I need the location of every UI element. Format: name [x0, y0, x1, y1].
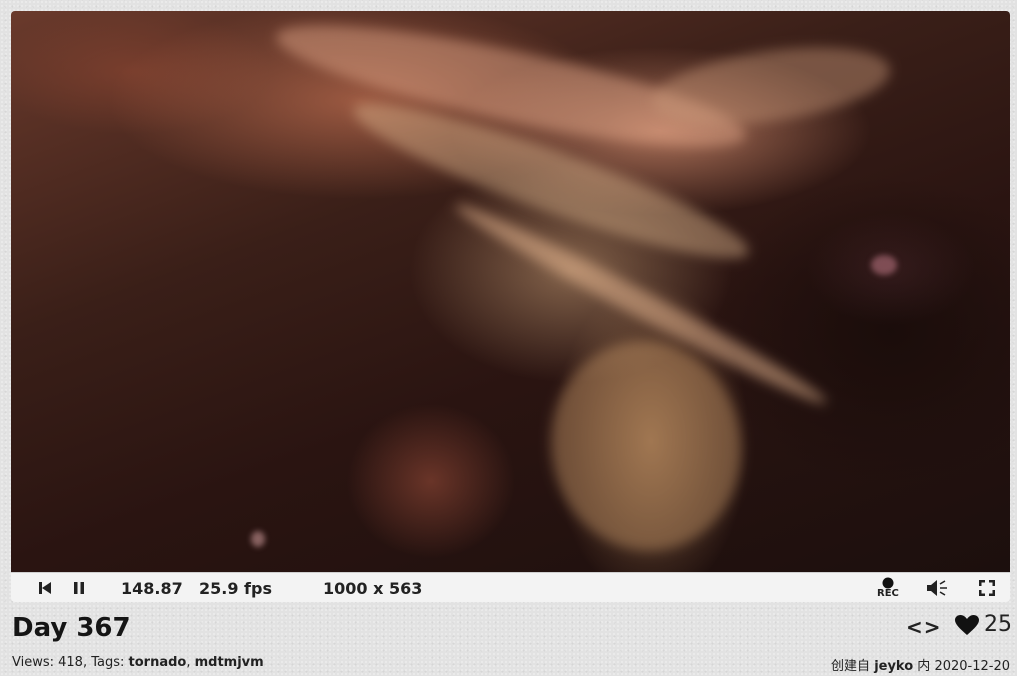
fps-display: 25.9 fps — [199, 578, 272, 598]
fullscreen-icon[interactable] — [977, 573, 997, 603]
tag-link[interactable]: tornado — [129, 655, 187, 670]
time-display: 148.87 — [121, 578, 183, 598]
volume-icon[interactable] — [925, 573, 949, 603]
author-link[interactable]: jeyko — [874, 659, 913, 674]
created-mid: 内 — [913, 659, 935, 674]
views-label: Views: 418, Tags: — [12, 655, 129, 670]
like-button[interactable]: 25 — [954, 612, 1012, 637]
tag-separator: , — [186, 655, 195, 670]
shader-stats: Views: 418, Tags: tornado, mdtmjvm — [12, 655, 264, 670]
shader-player: 148.87 25.9 fps 1000 x 563 REC — [11, 11, 1010, 602]
created-info: 创建自 jeyko 内 2020-12-20 — [831, 655, 1010, 674]
shader-canvas[interactable] — [11, 11, 1010, 572]
pause-icon[interactable] — [71, 573, 87, 603]
player-control-bar: 148.87 25.9 fps 1000 x 563 REC — [11, 572, 1010, 602]
skip-back-icon[interactable] — [37, 573, 53, 603]
shader-title: Day 367 — [12, 613, 131, 643]
created-prefix: 创建自 — [831, 659, 875, 674]
rec-label: REC — [877, 588, 899, 599]
resolution-display: 1000 x 563 — [323, 578, 423, 598]
created-date: 2020-12-20 — [934, 659, 1010, 674]
heart-icon — [955, 614, 979, 635]
code-toggle-button[interactable]: <> — [906, 615, 942, 639]
like-count: 25 — [984, 612, 1012, 637]
tag-link[interactable]: mdtmjvm — [195, 655, 264, 670]
record-button[interactable]: REC — [877, 573, 899, 603]
